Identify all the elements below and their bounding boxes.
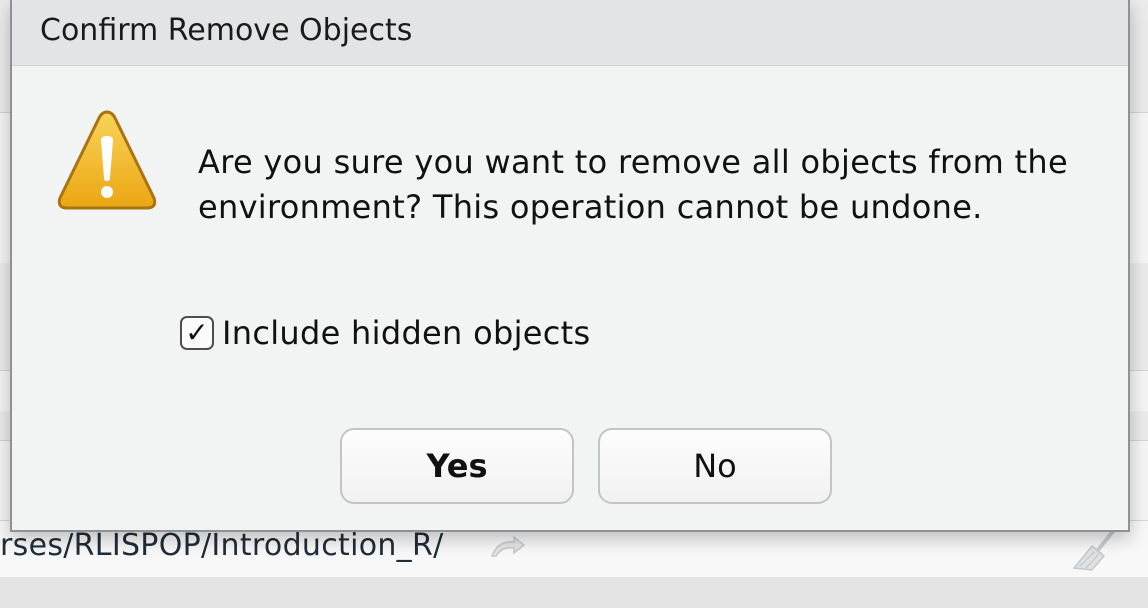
confirm-dialog: Confirm Remove Objects Are you sure you … bbox=[10, 0, 1130, 532]
working-directory-path: rses/RLISPOP/Introduction_R/ bbox=[0, 528, 444, 563]
broom-icon[interactable] bbox=[1070, 528, 1120, 572]
yes-button[interactable]: Yes bbox=[340, 428, 574, 504]
warning-icon bbox=[57, 110, 157, 210]
include-hidden-objects-checkbox[interactable]: ✓ bbox=[180, 316, 214, 350]
include-hidden-objects-option[interactable]: ✓ Include hidden objects bbox=[180, 312, 590, 354]
background-footer bbox=[0, 577, 1148, 608]
screen: rses/RLISPOP/Introduction_R/ Confirm Rem… bbox=[0, 0, 1148, 608]
no-button[interactable]: No bbox=[598, 428, 832, 504]
include-hidden-objects-label[interactable]: Include hidden objects bbox=[222, 314, 590, 352]
go-to-directory-icon[interactable] bbox=[488, 532, 528, 562]
dialog-titlebar[interactable]: Confirm Remove Objects bbox=[12, 0, 1128, 66]
dialog-title: Confirm Remove Objects bbox=[40, 13, 413, 48]
dialog-message: Are you sure you want to remove all obje… bbox=[198, 143, 1068, 226]
